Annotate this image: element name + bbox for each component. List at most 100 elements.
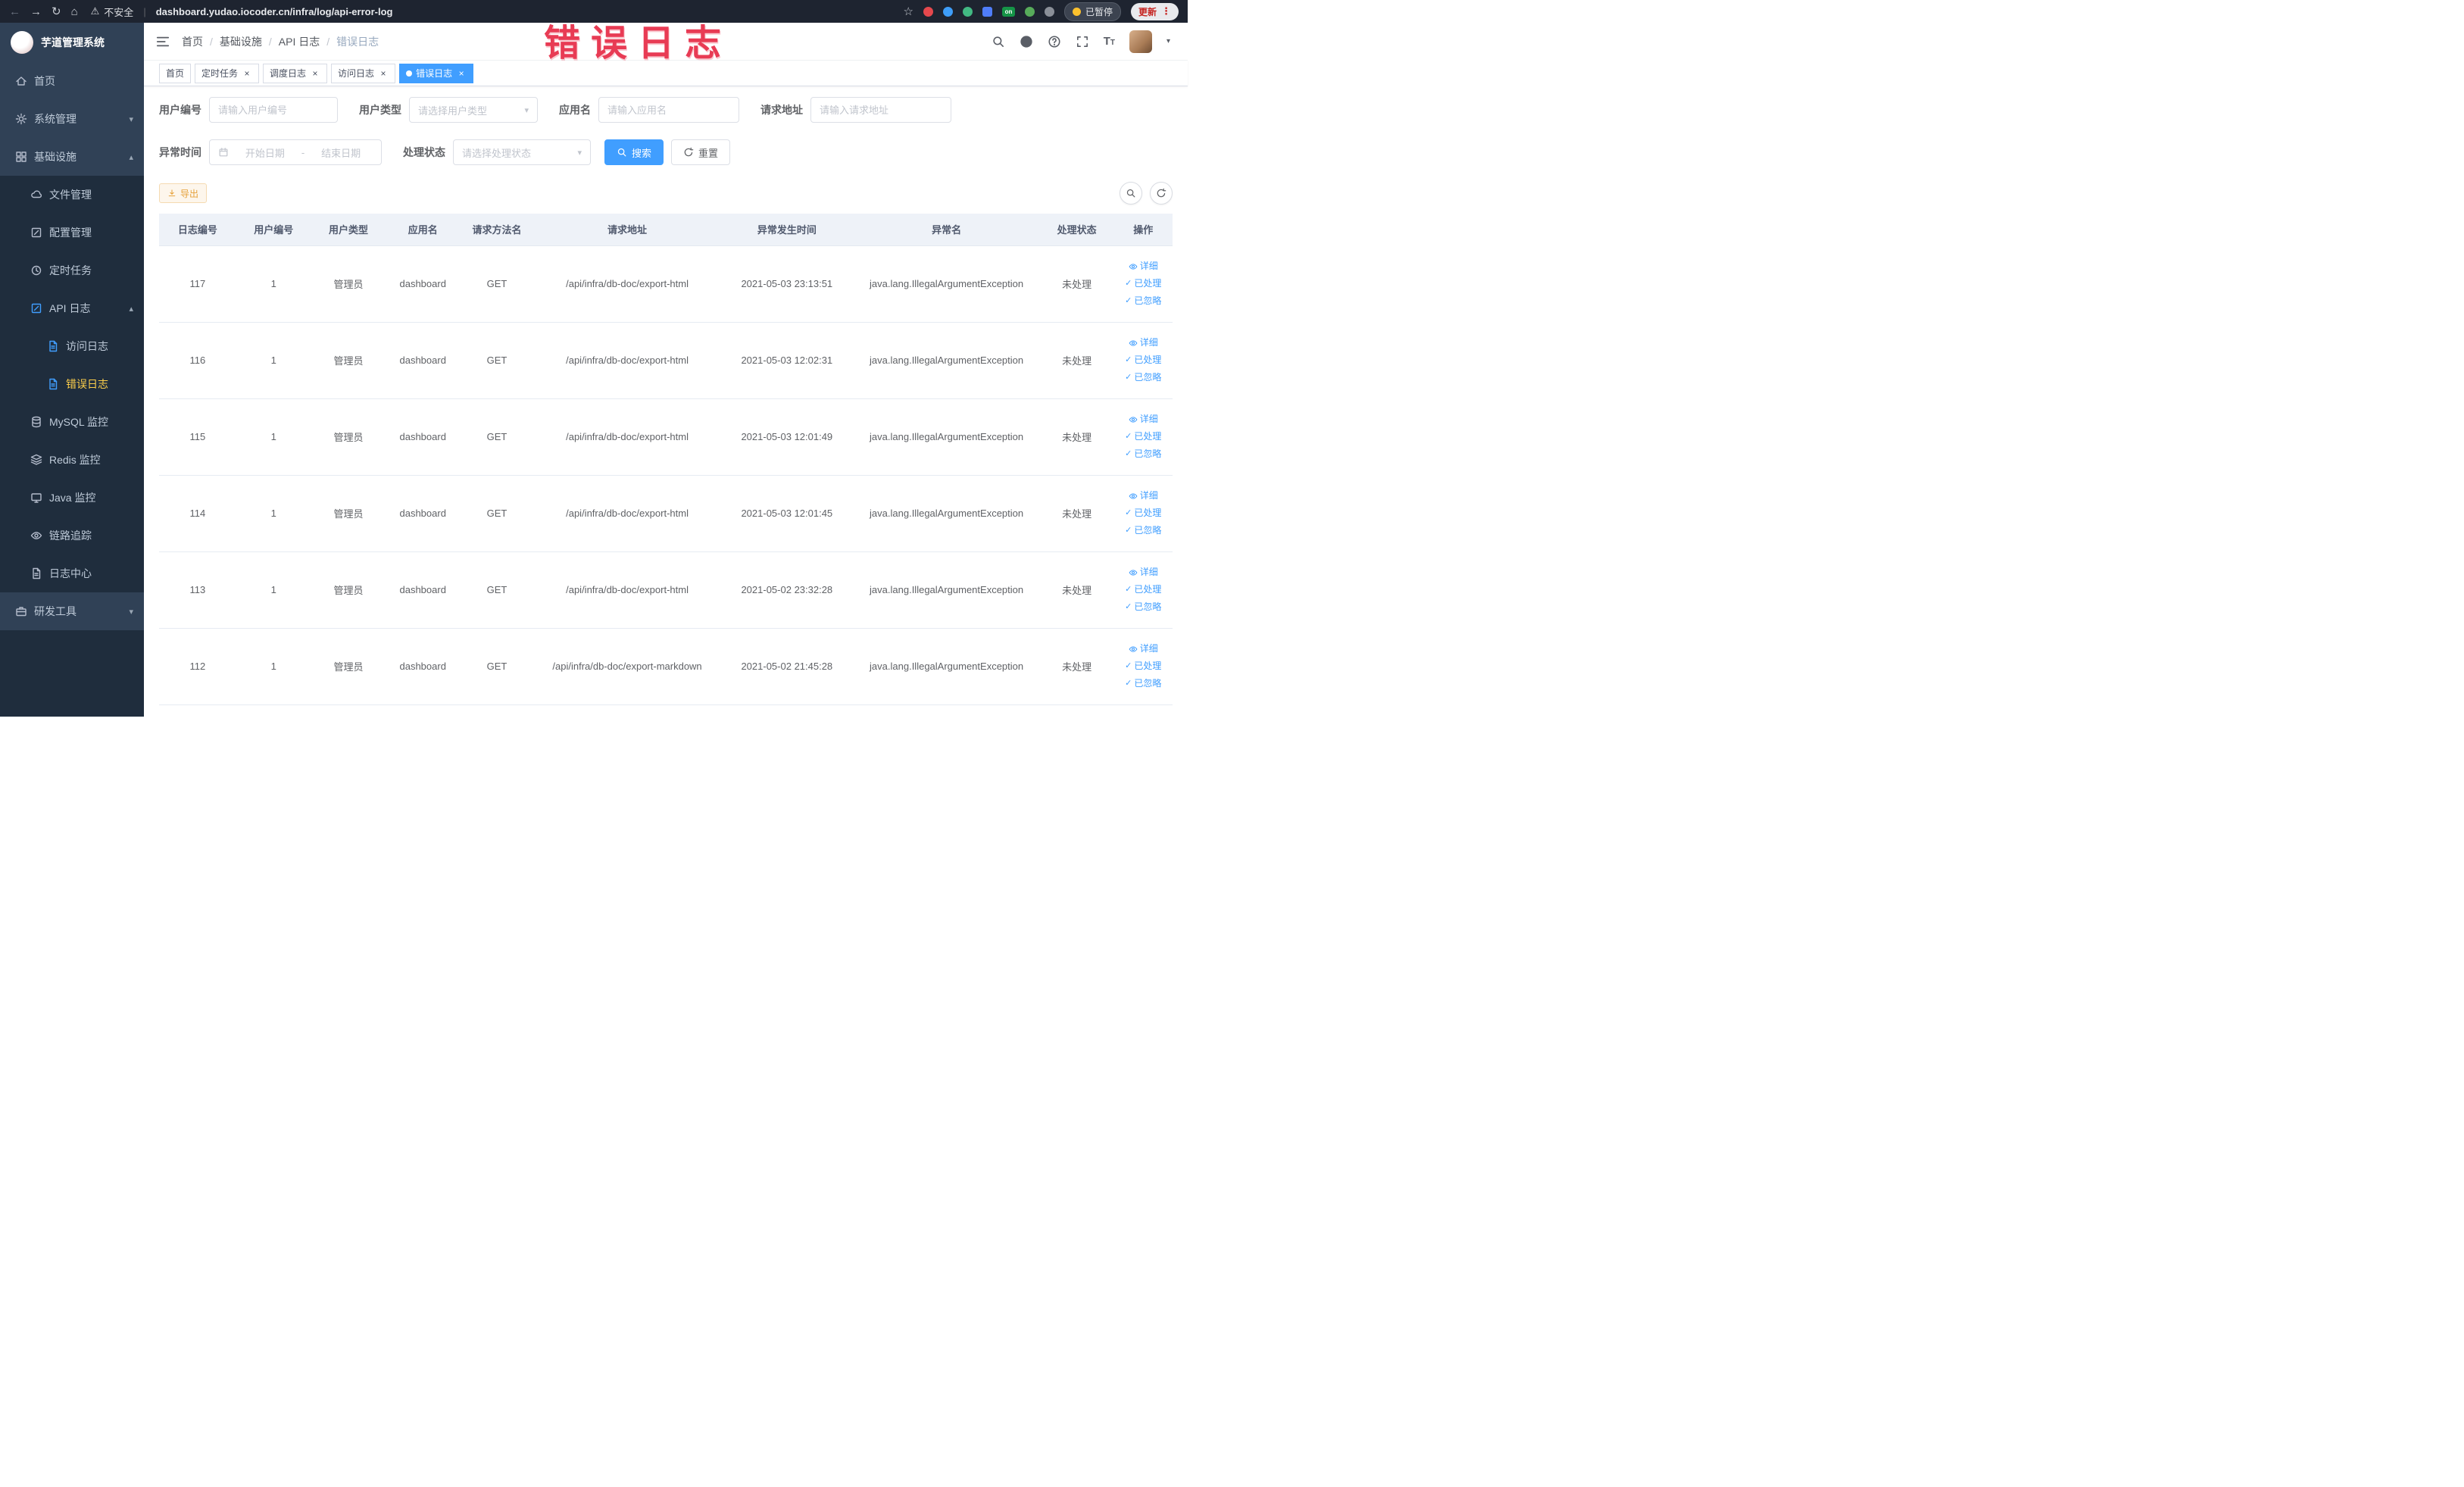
reset-button[interactable]: 重置 xyxy=(671,139,731,165)
font-size-icon[interactable]: TT xyxy=(1104,36,1115,47)
sidebar-item-access-log[interactable]: 访问日志 xyxy=(0,327,144,365)
browser-reload-icon[interactable]: ↻ xyxy=(52,6,61,17)
breadcrumb-item[interactable]: API 日志 xyxy=(279,34,320,49)
sidebar-item-dev-tools[interactable]: 研发工具 ▾ xyxy=(0,592,144,630)
sidebar-item-error-log[interactable]: 错误日志 xyxy=(0,365,144,403)
sidebar-item-log-center[interactable]: 日志中心 xyxy=(0,555,144,592)
breadcrumb-item[interactable]: 首页 xyxy=(182,34,203,49)
sidebar-item-mysql-monitor[interactable]: MySQL 监控 xyxy=(0,403,144,441)
url-text[interactable]: dashboard.yudao.iocoder.cn/infra/log/api… xyxy=(156,6,393,17)
user-id-field[interactable] xyxy=(209,97,338,123)
mark-ignored-link[interactable]: ✓ 已忽略 xyxy=(1117,445,1170,463)
mark-processed-link[interactable]: ✓ 已处理 xyxy=(1117,658,1170,675)
cell-method: GET xyxy=(460,245,534,323)
sidebar-item-file-management[interactable]: 文件管理 xyxy=(0,176,144,214)
mark-ignored-link[interactable]: ✓ 已忽略 xyxy=(1117,598,1170,616)
close-icon[interactable]: × xyxy=(378,68,389,79)
user-type-select[interactable]: 请选择用户类型 ▾ xyxy=(409,97,538,123)
tab-error-log[interactable]: 错误日志 × xyxy=(399,63,474,83)
paused-chip[interactable]: 已暂停 xyxy=(1063,2,1121,21)
cell-method: GET xyxy=(460,322,534,399)
detail-link[interactable]: 详细 xyxy=(1117,564,1170,581)
detail-link[interactable]: 详细 xyxy=(1117,334,1170,351)
sidebar-item-api-log[interactable]: API 日志 ▴ xyxy=(0,289,144,327)
table-row[interactable]: 113 1 管理员 dashboard GET /api/infra/db-do… xyxy=(159,551,1173,629)
extension-icon[interactable] xyxy=(923,6,933,17)
tab-schedule-log[interactable]: 调度日志 × xyxy=(263,63,328,83)
breadcrumb-item[interactable]: 基础设施 xyxy=(220,34,262,49)
fullscreen-icon[interactable] xyxy=(1076,35,1089,48)
mark-processed-link[interactable]: ✓ 已处理 xyxy=(1117,351,1170,369)
close-icon[interactable]: × xyxy=(310,68,320,79)
mark-ignored-link[interactable]: ✓ 已忽略 xyxy=(1117,369,1170,386)
search-icon[interactable] xyxy=(992,35,1005,48)
app-name-field[interactable] xyxy=(598,97,739,123)
mark-ignored-link[interactable]: ✓ 已忽略 xyxy=(1117,522,1170,539)
table-header-row: 日志编号 用户编号 用户类型 应用名 请求方法名 请求地址 异常发生时间 异常名… xyxy=(159,214,1173,246)
table-row[interactable]: 117 1 管理员 dashboard GET /api/infra/db-do… xyxy=(159,245,1173,323)
extension-icon[interactable] xyxy=(962,6,973,17)
close-icon[interactable]: × xyxy=(456,68,467,79)
mark-processed-link[interactable]: ✓ 已处理 xyxy=(1117,275,1170,292)
sidebar-item-java-monitor[interactable]: Java 监控 xyxy=(0,479,144,517)
table-row[interactable]: 116 1 管理员 dashboard GET /api/infra/db-do… xyxy=(159,322,1173,399)
toggle-search-button[interactable] xyxy=(1120,182,1142,205)
sidebar-item-redis-monitor[interactable]: Redis 监控 xyxy=(0,441,144,479)
browser-forward-icon[interactable]: → xyxy=(30,6,42,17)
update-chip[interactable]: 更新 ⋮ xyxy=(1130,2,1179,20)
exception-time-range-picker[interactable]: 开始日期 - 结束日期 xyxy=(209,139,382,165)
sidebar-item-system-management[interactable]: 系统管理 ▾ xyxy=(0,100,144,138)
extension-icon[interactable] xyxy=(942,6,953,17)
close-icon[interactable]: × xyxy=(242,68,252,79)
mark-processed-link[interactable]: ✓ 已处理 xyxy=(1117,581,1170,598)
table-row[interactable]: 115 1 管理员 dashboard GET /api/infra/db-do… xyxy=(159,398,1173,476)
browser-back-icon[interactable]: ← xyxy=(9,6,20,17)
request-url-field[interactable] xyxy=(810,97,951,123)
user-id-input[interactable] xyxy=(218,104,329,116)
detail-link[interactable]: 详细 xyxy=(1117,258,1170,275)
tab-home[interactable]: 首页 xyxy=(159,63,192,83)
avatar-caret-icon[interactable]: ▾ xyxy=(1166,37,1170,45)
col-actions: 操作 xyxy=(1113,214,1173,246)
chevron-up-icon: ▴ xyxy=(129,304,133,314)
security-chip[interactable]: ⚠ 不安全 xyxy=(91,5,134,19)
table-row[interactable]: 112 1 管理员 dashboard GET /api/infra/db-do… xyxy=(159,628,1173,705)
menu-kebab-icon[interactable]: ⋮ xyxy=(1161,5,1171,17)
table-row[interactable]: 114 1 管理员 dashboard GET /api/infra/db-do… xyxy=(159,475,1173,552)
tab-access-log[interactable]: 访问日志 × xyxy=(331,63,396,83)
mark-ignored-link[interactable]: ✓ 已忽略 xyxy=(1117,292,1170,310)
sidebar-item-scheduled-jobs[interactable]: 定时任务 xyxy=(0,251,144,289)
detail-link[interactable]: 详细 xyxy=(1117,487,1170,505)
cell-log-id: 114 xyxy=(159,475,236,552)
cell-user-type: 管理员 xyxy=(311,475,386,552)
extension-icon[interactable] xyxy=(1044,6,1054,17)
github-icon[interactable] xyxy=(1020,35,1033,48)
app-name-input[interactable] xyxy=(607,104,730,116)
sidebar-item-infrastructure[interactable]: 基础设施 ▴ xyxy=(0,138,144,176)
mark-processed-link[interactable]: ✓ 已处理 xyxy=(1117,428,1170,445)
refresh-table-button[interactable] xyxy=(1150,182,1173,205)
detail-link[interactable]: 详细 xyxy=(1117,411,1170,428)
process-status-select[interactable]: 请选择处理状态 ▾ xyxy=(453,139,591,165)
user-avatar[interactable] xyxy=(1129,30,1152,53)
extension-icon[interactable] xyxy=(982,6,992,17)
browser-home-icon[interactable]: ⌂ xyxy=(71,6,78,17)
detail-link[interactable]: 详细 xyxy=(1117,640,1170,658)
app-logo-row[interactable]: 芋道管理系统 xyxy=(0,23,144,62)
mark-processed-link[interactable]: ✓ 已处理 xyxy=(1117,505,1170,522)
mark-ignored-link[interactable]: ✓ 已忽略 xyxy=(1117,675,1170,692)
bookmark-star-icon[interactable]: ☆ xyxy=(904,6,913,17)
search-button[interactable]: 搜索 xyxy=(604,139,664,165)
cell-exception-time: 2021-05-02 23:32:28 xyxy=(720,551,854,629)
export-button[interactable]: 导出 xyxy=(159,183,208,203)
extension-on-badge[interactable]: on xyxy=(1001,6,1015,17)
check-icon: ✓ xyxy=(1125,602,1132,611)
tab-scheduled-jobs[interactable]: 定时任务 × xyxy=(195,63,260,83)
extension-icon[interactable] xyxy=(1024,6,1035,17)
sidebar-item-config-management[interactable]: 配置管理 xyxy=(0,214,144,251)
sidebar-item-trace[interactable]: 链路追踪 xyxy=(0,517,144,555)
request-url-input[interactable] xyxy=(820,104,942,116)
help-icon[interactable] xyxy=(1048,35,1061,48)
hamburger-icon[interactable] xyxy=(156,35,170,48)
sidebar-item-home[interactable]: 首页 xyxy=(0,62,144,100)
